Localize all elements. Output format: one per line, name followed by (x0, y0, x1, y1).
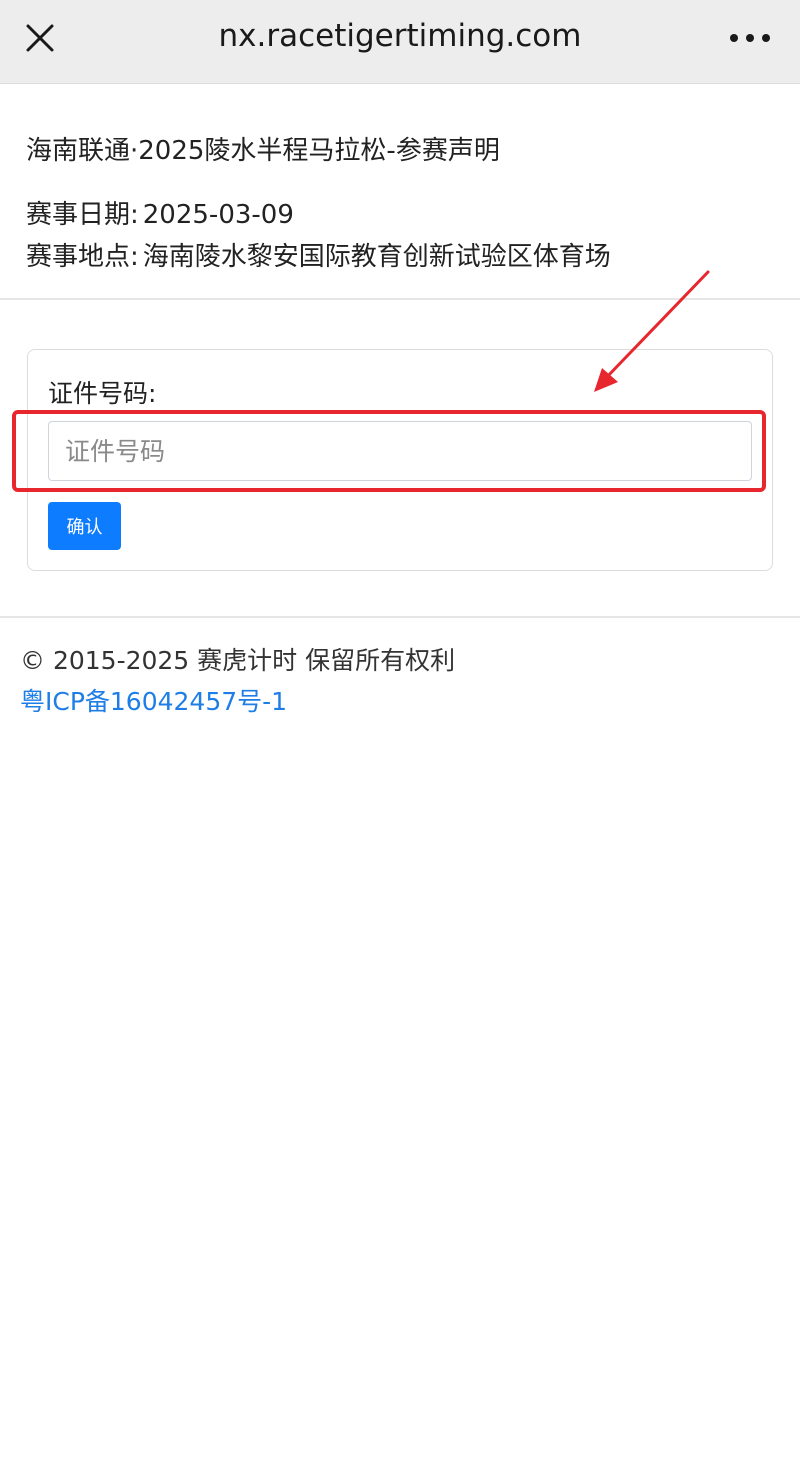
more-menu-button[interactable] (724, 14, 776, 62)
id-form-card: 证件号码: 确认 (27, 349, 773, 571)
event-location-value: 海南陵水黎安国际教育创新试验区体育场 (142, 242, 611, 272)
event-info-card: 海南联通·2025陵水半程马拉松-参赛声明 赛事日期: 2025-03-09 赛事… (0, 84, 800, 300)
event-date-row: 赛事日期: 2025-03-09 (26, 194, 294, 231)
close-icon (26, 24, 54, 52)
confirm-button[interactable]: 确认 (48, 502, 121, 550)
event-date-value: 2025-03-09 (142, 200, 294, 230)
browser-top-bar: nx.racetigertiming.com (0, 0, 800, 84)
close-button[interactable] (16, 14, 64, 62)
event-location-row: 赛事地点: 海南陵水黎安国际教育创新试验区体育场 (26, 236, 611, 273)
page-url-title: nx.racetigertiming.com (218, 18, 582, 54)
event-title: 海南联通·2025陵水半程马拉松-参赛声明 (26, 136, 500, 166)
id-number-label: 证件号码: (48, 379, 157, 408)
event-date-label: 赛事日期: (26, 200, 139, 230)
copyright-text: © 2015-2025 赛虎计时 保留所有权利 (20, 646, 456, 675)
more-dots-icon (730, 34, 770, 42)
icp-link[interactable]: 粤ICP备16042457号-1 (20, 682, 287, 718)
id-form-section: 证件号码: 确认 (0, 302, 800, 618)
id-number-input[interactable] (48, 421, 752, 481)
event-location-label: 赛事地点: (26, 242, 139, 272)
